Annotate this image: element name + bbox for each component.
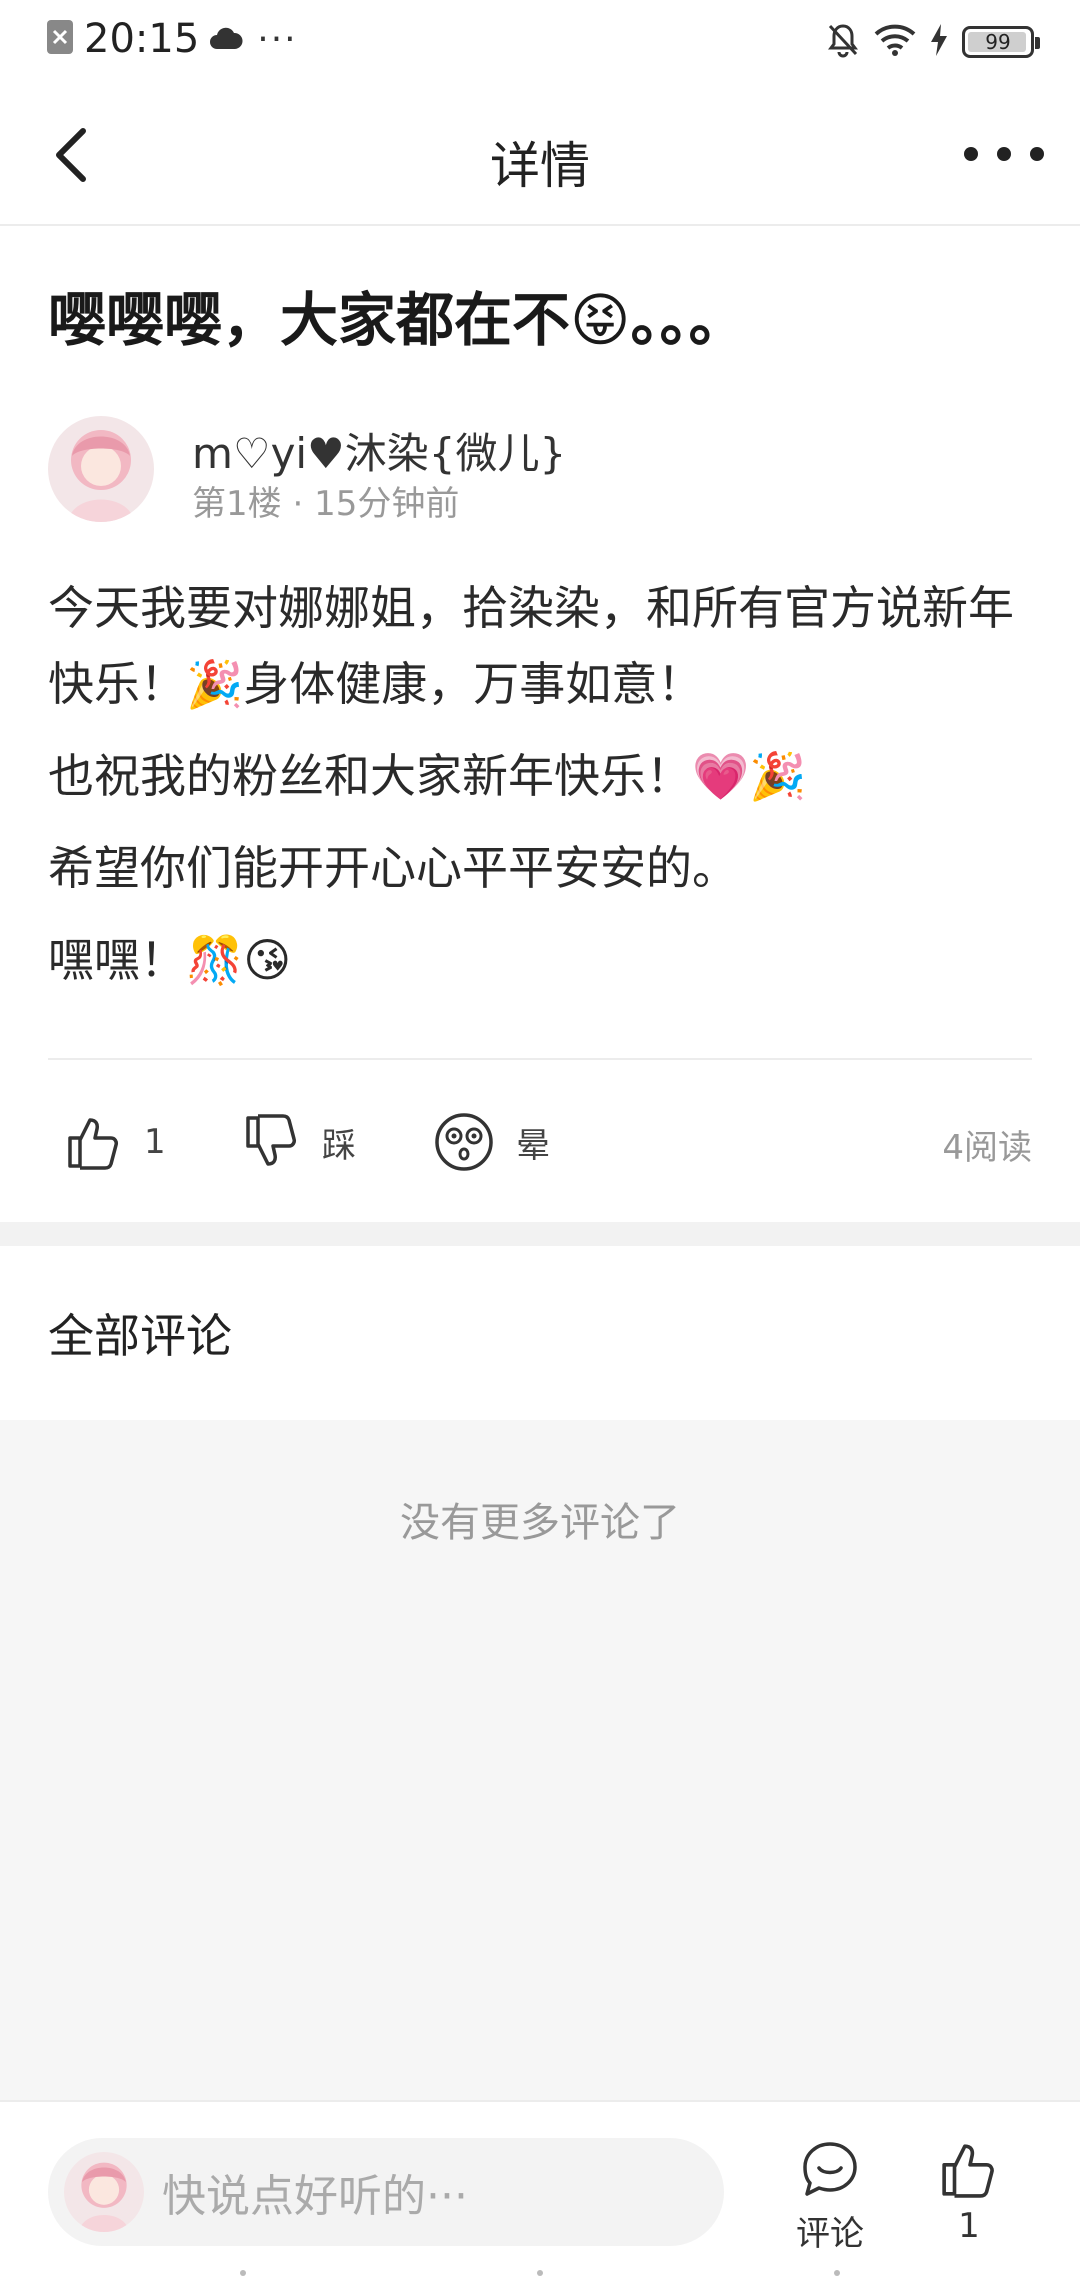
section-separator <box>0 1222 1080 1246</box>
gesture-dot <box>240 2270 246 2276</box>
thumbs-up-icon <box>68 1118 118 1170</box>
thumbs-up-icon <box>942 2144 994 2198</box>
dislike-label: 踩 <box>322 1125 356 1166</box>
post-time: 15分钟前 <box>314 484 460 524</box>
comment-input[interactable]: 快说点好听的··· <box>48 2138 724 2246</box>
post-paragraph: 嘿嘿！🎊😘 <box>48 933 292 987</box>
dizzy-label: 晕 <box>516 1125 550 1166</box>
comment-bubble-icon <box>803 2142 857 2196</box>
comment-label: 评论 <box>796 2214 864 2254</box>
comment-button[interactable]: 评论 <box>796 2140 864 2255</box>
like-count: 1 <box>144 1122 166 1162</box>
wifi-icon <box>874 24 916 60</box>
status-bar: 20:15 ··· 99 <box>0 0 1080 84</box>
post-meta: 第1楼 · 15分钟前 <box>192 476 459 525</box>
no-more-comments: 没有更多评论了 <box>400 1500 680 1546</box>
status-time: 20:15 <box>84 16 200 62</box>
comments-list: 没有更多评论了 <box>0 1420 1080 2100</box>
post-paragraph: 也祝我的粉丝和大家新年快乐！💗🎉 <box>48 749 807 803</box>
divider <box>48 1058 1032 1060</box>
thumbs-down-icon <box>246 1114 296 1166</box>
post-actions: 1 踩 晕 4阅读 <box>48 1100 1032 1184</box>
dizzy-face-icon <box>435 1113 493 1171</box>
bottom-like-button[interactable]: 1 <box>940 2140 998 2246</box>
more-dot-icon <box>997 147 1011 161</box>
author-name[interactable]: m♡yi♥沐染{微儿} <box>192 420 566 481</box>
mute-icon <box>826 22 860 62</box>
sim-icon <box>46 19 74 59</box>
gesture-dot <box>834 2270 840 2276</box>
more-dot-icon <box>1030 147 1044 161</box>
post-body: 今天我要对娜娜姐，拾染染，和所有官方说新年快乐！🎉身体健康，万事如意！ 也祝我的… <box>48 570 1032 1014</box>
read-count: 4阅读 <box>942 1128 1032 1168</box>
dizzy-button[interactable]: 晕 <box>434 1100 550 1184</box>
author-info[interactable]: m♡yi♥沐染{微儿} 第1楼 · 15分钟前 <box>48 416 1028 526</box>
more-options-button[interactable] <box>964 134 1044 174</box>
battery-icon: 99 <box>962 26 1040 58</box>
meta-separator: · <box>292 484 315 524</box>
battery-level: 99 <box>985 30 1011 54</box>
gesture-indicator <box>0 2270 1080 2280</box>
bottom-like-count: 1 <box>958 2206 980 2246</box>
bottom-bar: 快说点好听的··· 评论 1 <box>0 2100 1080 2280</box>
page-title: 详情 <box>490 137 590 195</box>
charging-icon <box>930 24 948 60</box>
author-avatar[interactable] <box>48 416 154 522</box>
comments-header: 全部评论 <box>48 1309 232 1363</box>
post-title: 嘤嘤嘤，大家都在不😝。。。 <box>48 286 747 354</box>
floor-label: 第1楼 <box>192 484 282 524</box>
like-button[interactable]: 1 <box>66 1100 166 1184</box>
comment-input-placeholder: 快说点好听的··· <box>162 2171 468 2222</box>
gesture-dot <box>537 2270 543 2276</box>
user-avatar <box>64 2152 144 2232</box>
status-more: ··· <box>257 18 298 60</box>
dislike-button[interactable]: 踩 <box>244 1100 356 1184</box>
post-paragraph: 今天我要对娜娜姐，拾染染，和所有官方说新年快乐！🎉身体健康，万事如意！ <box>48 581 1014 711</box>
cloud-icon <box>209 23 243 55</box>
more-dot-icon <box>964 147 978 161</box>
nav-bar: 详情 <box>0 84 1080 226</box>
post-paragraph: 希望你们能开开心心平平安安的。 <box>48 841 738 895</box>
